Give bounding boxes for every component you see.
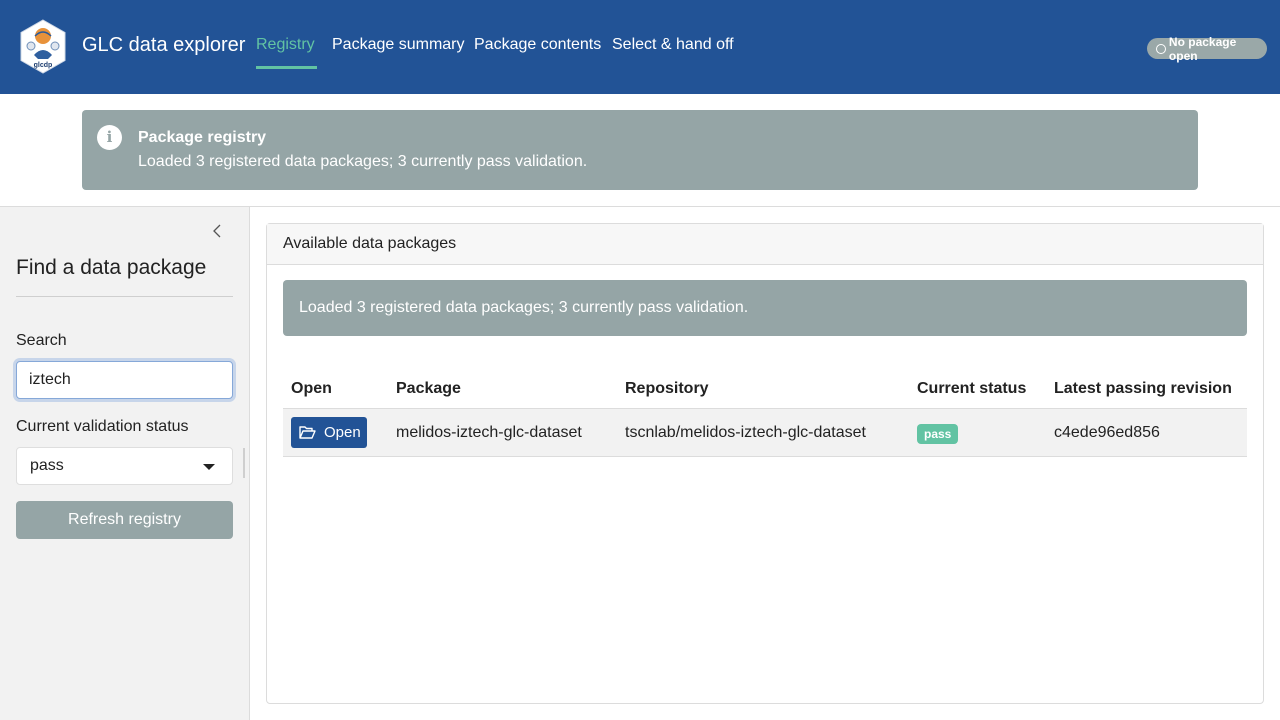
status-filter-select[interactable]: pass: [16, 447, 233, 485]
column-header-package: Package: [396, 380, 461, 397]
column-header-revision: Latest passing revision: [1054, 380, 1232, 397]
refresh-registry-button[interactable]: Refresh registry: [16, 501, 233, 539]
card-title: Available data packages: [267, 224, 1263, 265]
app-title: GLC data explorer: [82, 34, 246, 56]
status-badge: pass: [917, 424, 959, 444]
revision-cell: c4ede96ed856: [1054, 424, 1160, 441]
open-button-label: Open: [324, 424, 361, 441]
table-row[interactable]: Open melidos-iztech-glc-dataset tscnlab/…: [283, 409, 1247, 457]
package-status-badge: No package open: [1147, 35, 1267, 63]
folder-open-icon: [299, 426, 316, 439]
sidebar-title: Find a data package: [16, 256, 207, 279]
svg-text:glcdp: glcdp: [34, 62, 53, 69]
sidebar-scrollbar[interactable]: [243, 448, 245, 478]
alert-heading: Package registry: [138, 129, 267, 146]
package-name-cell: melidos-iztech-glc-dataset: [396, 424, 582, 441]
repository-cell: tscnlab/melidos-iztech-glc-dataset: [625, 424, 866, 441]
open-package-button[interactable]: Open: [291, 417, 367, 448]
package-status-text: No package open: [1168, 34, 1237, 63]
column-header-repository: Repository: [625, 380, 709, 397]
nav-tab-registry[interactable]: Registry: [256, 36, 315, 54]
navbar: glcdp GLC data explorer Registry Package…: [0, 0, 1280, 94]
info-icon: i: [97, 125, 122, 150]
sidebar-divider: [16, 296, 233, 297]
column-header-open: Open: [291, 380, 332, 397]
active-tab-indicator: [256, 66, 317, 69]
chevron-left-icon[interactable]: [210, 224, 224, 238]
search-label: Search: [16, 332, 67, 349]
status-filter-label: Current validation status: [16, 418, 189, 435]
sidebar: Find a data package Search Current valid…: [0, 207, 250, 720]
caret-down-icon: [203, 464, 215, 470]
column-header-status: Current status: [917, 380, 1027, 397]
card-alert: Loaded 3 registered data packages; 3 cur…: [283, 280, 1247, 336]
circle-icon: [1156, 43, 1166, 54]
nav-tab-package-contents[interactable]: Package contents: [474, 36, 601, 54]
alert-message: Loaded 3 registered data packages; 3 cur…: [138, 153, 588, 170]
packages-card: Available data packages Loaded 3 registe…: [266, 223, 1264, 704]
status-filter-value: pass: [30, 457, 64, 474]
search-input[interactable]: [16, 361, 233, 399]
registry-alert: i Package registry Loaded 3 registered d…: [82, 110, 1198, 190]
nav-tab-select-hand-off[interactable]: Select & hand off: [612, 36, 734, 54]
app-logo[interactable]: glcdp: [20, 19, 66, 74]
nav-tab-package-summary[interactable]: Package summary: [332, 36, 465, 54]
